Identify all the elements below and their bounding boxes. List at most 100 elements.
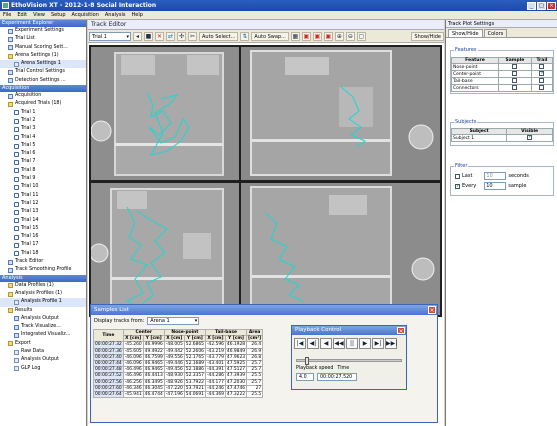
feature-trail-checkbox[interactable] (539, 70, 545, 76)
tree-item-analysis[interactable]: Export (0, 340, 86, 348)
tree-item-setup[interactable]: Detection Settings ... (0, 77, 86, 85)
acquisition-header[interactable]: Acquisition (0, 85, 86, 93)
table-row[interactable]: 00:00:27.40 -46.096 46.7599 -49.556 52.1765-… (93, 353, 264, 361)
feature-sample-checkbox[interactable] (512, 64, 518, 69)
tree-item-trial[interactable]: Trial 1 (0, 109, 86, 117)
play-icon[interactable]: ▶ (359, 338, 371, 349)
tree-item-trial[interactable]: Trial 13 (0, 208, 86, 216)
display-tracks-select[interactable]: Arena 1 (147, 316, 200, 325)
feature-trail-checkbox[interactable] (539, 64, 545, 69)
menu-analysis[interactable]: Analysis (105, 12, 126, 18)
filter-last-input[interactable]: 10 (484, 172, 507, 180)
trial-select[interactable]: Trial 1 (89, 31, 131, 41)
tree-item-setup[interactable]: Manual Scoring Sett... (0, 44, 86, 52)
tree-item-trial[interactable]: Trial 15 (0, 225, 86, 233)
tree-item-analysis[interactable]: Integrated Visualiz... (0, 331, 86, 339)
tree-item-trial[interactable]: Trial 9 (0, 175, 86, 183)
tree-item-trial[interactable]: Trial 7 (0, 158, 86, 166)
tree-item-analysis[interactable]: Analysis Output (0, 315, 86, 323)
tree-item-trial[interactable]: Trial 16 (0, 233, 86, 241)
tree-item-trial[interactable]: Trial 10 (0, 183, 86, 191)
analysis-header[interactable]: Analysis (0, 274, 86, 282)
subject-visible-checkbox[interactable] (527, 134, 532, 140)
tab-colors[interactable]: Colors (483, 29, 508, 37)
filter-last-checkbox[interactable] (455, 173, 460, 179)
playback-time-input[interactable]: 00:00:27.520 (317, 373, 357, 381)
auto-select-button[interactable]: Auto Select... (199, 31, 239, 41)
table-row[interactable]: 00:00:27.64 -45.941 46.4744 -47.196 54.0691-… (93, 390, 264, 399)
tree-item-trial[interactable]: Trial 5 (0, 142, 86, 150)
feature-trail-checkbox[interactable] (539, 85, 545, 90)
tree-item-setup[interactable]: Arena Settings (1) (0, 52, 86, 60)
maximize-button[interactable]: □ (537, 1, 546, 10)
tree-item-setup[interactable]: Trial List (0, 35, 86, 43)
close-button[interactable]: × (547, 1, 556, 10)
filter-every-checkbox[interactable] (455, 183, 460, 189)
table-row[interactable]: 00:00:27.32 -45.260 46.9996 -48.005 52.6865-… (93, 341, 264, 349)
tree-item-trial[interactable]: Trial 12 (0, 200, 86, 208)
table-row[interactable]: 00:00:27.56 -46.256 46.3495 -48.926 53.7922-… (93, 378, 264, 386)
feature-sample-checkbox[interactable] (512, 71, 518, 76)
tree-item-setup[interactable]: Trial Control Settings (0, 68, 86, 76)
first-frame-icon[interactable]: |◀ (294, 338, 306, 349)
arena-2-icon[interactable]: ▣ (312, 31, 322, 41)
menu-file[interactable]: File (3, 12, 11, 18)
show-hide-button[interactable]: Show/Hide (411, 31, 444, 41)
delete-icon[interactable]: ✕ (155, 31, 164, 41)
table-row[interactable]: 00:00:27.36 -45.605 49.4922 -49.442 52.2606-… (93, 347, 264, 355)
playback-close-icon[interactable]: × (397, 327, 405, 335)
tree-item-analysis[interactable]: Results (0, 307, 86, 315)
rewind-icon[interactable]: ◀ (320, 338, 332, 349)
swap-subjects-icon[interactable]: ⇅ (240, 31, 250, 41)
tree-item-acquisition[interactable]: Acquisition (0, 92, 86, 100)
tree-item-trial[interactable]: Trial 17 (0, 241, 86, 249)
tree-item-analysis[interactable]: Analysis Profile 1 (0, 298, 86, 307)
tree-item-analysis[interactable]: Analysis Output (0, 356, 86, 364)
playback-slider[interactable] (296, 357, 402, 365)
tree-item-analysis[interactable]: Track Visualize... (0, 323, 86, 331)
tree-item-trial[interactable]: Trial 8 (0, 167, 86, 175)
playback-slider-thumb[interactable] (305, 357, 310, 365)
arena-3-icon[interactable]: ▣ (323, 31, 333, 41)
video-view[interactable] (89, 45, 442, 317)
tree-item-trial[interactable]: Trial 2 (0, 117, 86, 125)
filter-every-input[interactable]: 10 (484, 182, 507, 190)
tree-item-trial[interactable]: Trial 18 (0, 250, 86, 258)
zoom-in-icon[interactable]: ⊕ (334, 31, 344, 41)
menu-help[interactable]: Help (132, 12, 143, 18)
table-row[interactable]: 00:00:27.52 -46.496 46.4413 -48.930 52.3357-… (93, 372, 264, 380)
zoom-out-icon[interactable]: ⊖ (345, 31, 355, 41)
auto-swap-button[interactable]: Auto Swap... (251, 31, 289, 41)
feature-sample-checkbox[interactable] (512, 85, 518, 90)
tree-item-track[interactable]: Track Smoothing Profile (0, 266, 86, 274)
pause-icon[interactable]: || (346, 338, 358, 349)
tree-item-trial[interactable]: Trial 6 (0, 150, 86, 158)
tree-item-analysis[interactable]: Raw Data (0, 348, 86, 356)
last-frame-icon[interactable]: ▶▶| (385, 338, 397, 349)
swap-icon[interactable]: ⇄ (166, 31, 175, 41)
menu-acquisition[interactable]: Acquisition (72, 12, 99, 18)
feature-trail-checkbox[interactable] (539, 78, 545, 83)
menu-edit[interactable]: Edit (17, 12, 27, 18)
table-row[interactable]: 00:00:27.60 -46.346 46.3045 -47.220 53.7921-… (93, 384, 264, 392)
next-frame-icon[interactable]: ▶| (372, 338, 384, 349)
tree-item-acquisition[interactable]: Acquired Trials (18) (0, 100, 86, 108)
playback-speed-input[interactable]: 4.0 (296, 373, 314, 381)
table-row[interactable]: 00:00:27.44 -46.096 46.9465 -49.446 52.1689-… (93, 359, 264, 368)
fit-icon[interactable]: ▢ (356, 31, 366, 41)
tree-item-setup[interactable]: Experiment Settings (0, 27, 86, 35)
arena-1-icon[interactable]: ▣ (301, 31, 311, 41)
tree-item-setup[interactable]: Arena Settings 1 (0, 60, 86, 69)
menu-setup[interactable]: Setup (51, 12, 66, 18)
tab-show-hide[interactable]: Show/Hide (448, 29, 483, 37)
tree-item-trial[interactable]: Trial 3 (0, 125, 86, 133)
grid-view-icon[interactable]: ▦ (290, 31, 300, 41)
table-row[interactable]: 00:00:27.48 -46.496 46.9465 -49.456 52.1886-… (93, 366, 264, 374)
tree-item-trial[interactable]: Trial 14 (0, 217, 86, 225)
prev-frame-icon[interactable]: ◀| (307, 338, 319, 349)
minimize-button[interactable]: _ (527, 1, 536, 10)
tree-item-trial[interactable]: Trial 4 (0, 134, 86, 142)
tree-item-analysis[interactable]: GLP Log (0, 365, 86, 373)
fast-rewind-icon[interactable]: ◀◀ (333, 338, 345, 349)
scissors-icon[interactable]: ✂ (188, 31, 197, 41)
